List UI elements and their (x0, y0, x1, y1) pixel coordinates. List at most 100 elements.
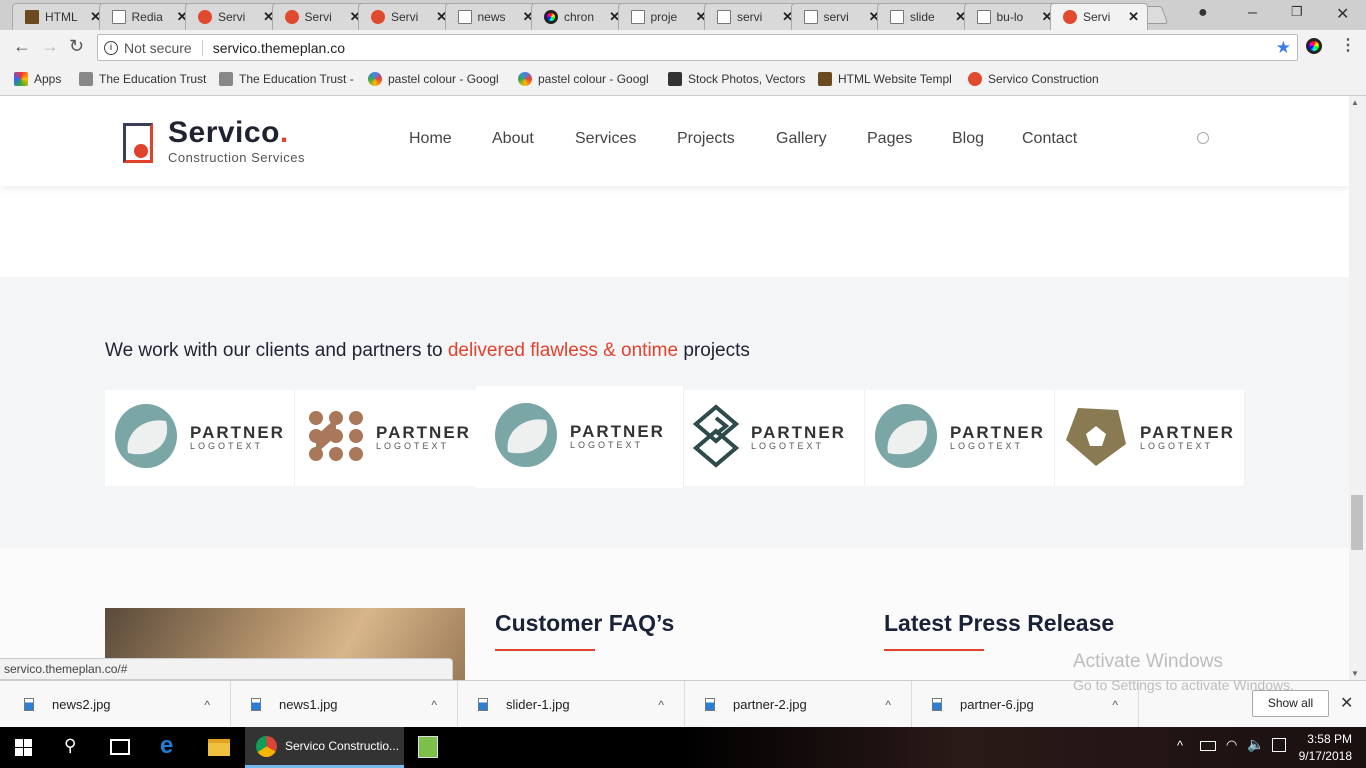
menu-icon[interactable]: ⋮ (1340, 35, 1356, 55)
browser-tab[interactable]: proje ✕ (617, 3, 716, 30)
nav-about[interactable]: About (492, 130, 534, 148)
partner-logo[interactable]: PARTNER LOGOTEXT (675, 390, 865, 486)
download-filename: news1.jpg (279, 697, 338, 712)
browser-tab[interactable]: servi ✕ (704, 3, 802, 30)
browser-tab[interactable]: Servi ✕ (185, 3, 283, 30)
search-icon[interactable] (1197, 132, 1209, 144)
nav-projects[interactable]: Projects (677, 130, 735, 148)
browser-tab[interactable]: slide ✕ (877, 3, 975, 30)
html-template-icon (818, 72, 832, 86)
clock[interactable]: 3:58 PM 9/17/2018 (1296, 731, 1352, 765)
nav-services[interactable]: Services (575, 130, 636, 148)
browser-tab[interactable]: bu-lo ✕ (963, 3, 1062, 30)
reload-icon[interactable]: ↻ (69, 36, 84, 57)
partner-logo[interactable]: PARTNER LOGOTEXT (476, 386, 684, 488)
bookmark-item[interactable]: Apps (14, 72, 61, 86)
partner-subtext: LOGOTEXT (376, 441, 450, 451)
extension-icon[interactable] (1306, 38, 1322, 54)
chevron-up-icon[interactable]: ^ (1112, 698, 1118, 712)
partner-subtext: LOGOTEXT (950, 441, 1024, 451)
minimize-button[interactable]: – (1248, 4, 1257, 22)
servico-icon (968, 72, 982, 86)
bookmark-star-icon[interactable]: ★ (1276, 38, 1291, 58)
volume-icon[interactable]: 🔈 (1247, 736, 1264, 753)
browser-tab[interactable]: Servi ✕ (358, 3, 456, 30)
teal-ring-logo-icon (114, 403, 178, 474)
partner-name: PARTNER (190, 423, 285, 442)
bookmark-item[interactable]: Stock Photos, Vectors (668, 72, 805, 86)
chevron-up-icon[interactable]: ^ (885, 698, 891, 712)
bookmark-item[interactable]: HTML Website Templ (818, 72, 952, 86)
nav-home[interactable]: Home (409, 130, 452, 148)
address-bar[interactable]: i Not secure servico.themeplan.co ★ (97, 34, 1298, 61)
info-icon[interactable]: i (104, 40, 118, 55)
download-item[interactable]: news1.jpg ^ (231, 681, 458, 728)
taskbar-app-label: Servico Constructio... (285, 739, 400, 753)
nav-gallery[interactable]: Gallery (776, 130, 827, 148)
tray-chevron-icon[interactable]: ^ (1177, 738, 1183, 753)
partners-section: We work with our clients and partners to… (0, 277, 1349, 548)
tab-favicon-icon (371, 10, 385, 24)
brand-name[interactable]: Servico. (168, 116, 289, 150)
bookmarks-bar: Apps The Education Trust The Education Tru… (0, 64, 1366, 96)
bookmark-label: The Education Trust - (239, 72, 354, 86)
partner-logo[interactable]: PARTNER LOGOTEXT (105, 390, 295, 486)
notification-icon[interactable] (1272, 738, 1286, 752)
close-download-bar-icon[interactable]: ✕ (1340, 693, 1353, 713)
task-view-icon[interactable] (110, 739, 130, 755)
chevron-up-icon[interactable]: ^ (431, 698, 437, 712)
bookmark-item[interactable]: pastel colour - Googl (368, 72, 499, 86)
scrollbar-thumb[interactable] (1351, 495, 1363, 550)
battery-icon[interactable] (1200, 741, 1216, 751)
taskbar-chrome-app[interactable]: Servico Constructio... (245, 727, 404, 768)
browser-tab[interactable]: Redia ✕ (98, 3, 197, 30)
edge-icon[interactable]: e (160, 732, 173, 760)
nav-blog[interactable]: Blog (952, 130, 984, 148)
image-file-icon (478, 698, 488, 711)
bookmark-item[interactable]: Servico Construction (968, 72, 1099, 86)
download-item[interactable]: partner-2.jpg ^ (685, 681, 912, 728)
logo-icon[interactable] (123, 123, 153, 163)
browser-tab[interactable]: chron ✕ (531, 3, 629, 30)
bookmark-label: Servico Construction (988, 72, 1099, 86)
browser-tab[interactable]: HTML ✕ (12, 3, 110, 30)
profile-icon[interactable]: ● (1198, 4, 1208, 22)
partner-subtext: LOGOTEXT (570, 440, 644, 450)
start-icon[interactable] (15, 739, 32, 756)
download-item[interactable]: slider-1.jpg ^ (458, 681, 685, 728)
browser-tab[interactable]: news ✕ (444, 3, 543, 30)
back-icon[interactable]: ← (13, 36, 31, 57)
restore-button[interactable]: ❐ (1291, 4, 1303, 20)
partner-logo[interactable]: PARTNER LOGOTEXT (295, 390, 485, 486)
search-icon[interactable]: ⚲ (64, 736, 76, 756)
activation-watermark-sub: Go to Settings to activate Windows. (1073, 677, 1294, 693)
download-filename: partner-2.jpg (733, 697, 807, 712)
education-trust-icon (219, 72, 233, 86)
bookmark-item[interactable]: The Education Trust - (219, 72, 354, 86)
notepad-icon[interactable] (418, 736, 438, 758)
bookmark-item[interactable]: pastel colour - Googl (518, 72, 649, 86)
nav-pages[interactable]: Pages (867, 130, 912, 148)
download-item[interactable]: news2.jpg ^ (4, 681, 231, 728)
wifi-icon[interactable]: ◠ (1226, 737, 1237, 753)
bookmark-label: Stock Photos, Vectors (688, 72, 806, 86)
partner-name: PARTNER (570, 422, 665, 441)
chevron-up-icon[interactable]: ^ (658, 698, 664, 712)
tab-close-icon[interactable]: ✕ (1128, 9, 1139, 25)
partner-logo[interactable]: PARTNER LOGOTEXT (1055, 390, 1245, 486)
nav-contact[interactable]: Contact (1022, 130, 1077, 148)
tab-title: Redia (131, 10, 163, 24)
bookmark-item[interactable]: The Education Trust (79, 72, 206, 86)
browser-tab[interactable]: Servi ✕ (271, 3, 370, 30)
browser-tab[interactable]: Servi ✕ (1050, 3, 1148, 30)
close-window-button[interactable]: ✕ (1336, 4, 1349, 24)
browser-tab[interactable]: servi ✕ (790, 3, 889, 30)
file-explorer-icon[interactable] (208, 739, 230, 756)
chevron-up-icon[interactable]: ^ (204, 698, 210, 712)
partner-logo[interactable]: PARTNER LOGOTEXT (865, 390, 1055, 486)
image-file-icon (24, 698, 34, 711)
show-all-button[interactable]: Show all (1252, 690, 1329, 717)
url-text[interactable]: servico.themeplan.co (213, 40, 345, 56)
forward-icon[interactable]: → (41, 36, 59, 57)
page-scrollbar[interactable]: ▲ ▼ (1349, 96, 1366, 680)
